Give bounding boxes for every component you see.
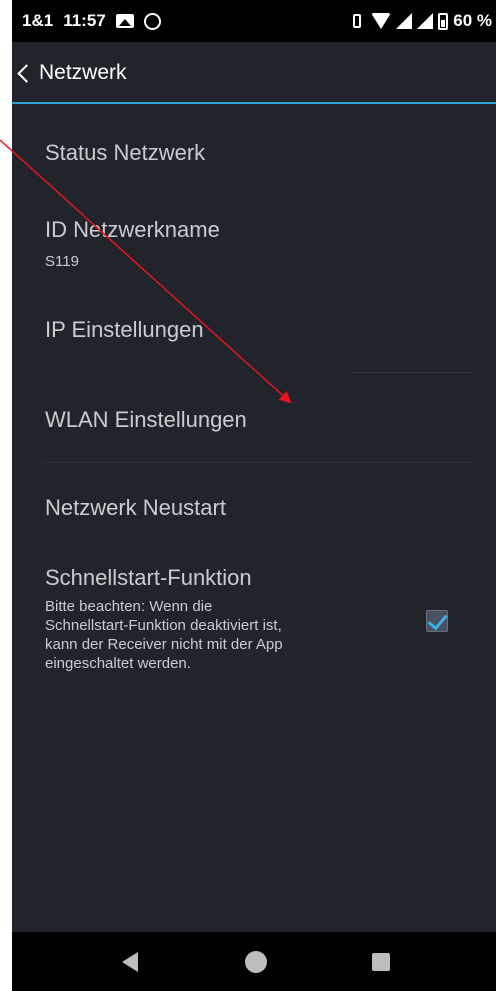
nav-home-icon[interactable] [245, 951, 267, 973]
clock: 11:57 [63, 11, 106, 30]
schnellstart-checkbox[interactable] [426, 609, 448, 632]
carrier-label: 1&1 [22, 11, 54, 30]
phone-screen: 1&1 11:57 60 % Netzwerk Status Netzwerk … [12, 0, 496, 991]
app-bar: Netzwerk [12, 42, 496, 104]
signal-icon [417, 13, 434, 29]
settings-item-title: Status Netzwerk [45, 140, 206, 165]
page-title: Netzwerk [39, 61, 127, 84]
battery-percent: 60 % [453, 11, 492, 30]
settings-item-status-netzwerk[interactable]: Status Netzwerk [12, 115, 496, 193]
settings-item-description-line: Schnellstart-Funktion deaktiviert ist, [45, 617, 282, 634]
signal-icon [396, 13, 413, 29]
divider [42, 462, 472, 463]
settings-item-description-line: kann der Receiver nicht mit der App [45, 636, 283, 653]
wifi-icon [371, 13, 392, 29]
navigation-bar [12, 932, 496, 991]
checkmark-icon [427, 609, 448, 631]
divider [352, 372, 472, 373]
settings-item-ip-einstellungen[interactable]: IP Einstellungen [12, 298, 496, 370]
settings-item-subtitle: S119 [45, 253, 79, 270]
status-bar-left: 1&1 11:57 [22, 11, 161, 31]
settings-item-id-netzwerkname[interactable]: ID Netzwerkname S119 [12, 200, 496, 295]
settings-item-wlan-einstellungen[interactable]: WLAN Einstellungen [12, 380, 496, 460]
back-button[interactable]: Netzwerk [12, 56, 127, 90]
settings-item-description-line: Bitte beachten: Wenn die [45, 598, 213, 615]
settings-item-description-line: eingeschaltet werden. [45, 655, 191, 672]
status-bar-right: 60 % [348, 11, 492, 31]
nav-back-icon[interactable] [122, 952, 138, 972]
settings-item-schnellstart[interactable]: Schnellstart-Funktion Bitte beachten: We… [12, 556, 496, 696]
settings-item-title: Schnellstart-Funktion [45, 565, 252, 590]
settings-item-title: ID Netzwerkname [45, 217, 220, 242]
vibrate-icon [348, 14, 366, 28]
settings-item-title: IP Einstellungen [45, 317, 204, 342]
chevron-left-icon [17, 63, 36, 83]
battery-icon [438, 12, 449, 30]
chat-icon [143, 12, 161, 30]
gallery-icon [115, 14, 134, 28]
nav-recents-icon[interactable] [372, 953, 390, 971]
status-bar: 1&1 11:57 60 % [12, 0, 496, 42]
settings-item-title: WLAN Einstellungen [45, 407, 247, 432]
settings-item-netzwerk-neustart[interactable]: Netzwerk Neustart [12, 470, 496, 548]
settings-item-title: Netzwerk Neustart [45, 495, 226, 520]
